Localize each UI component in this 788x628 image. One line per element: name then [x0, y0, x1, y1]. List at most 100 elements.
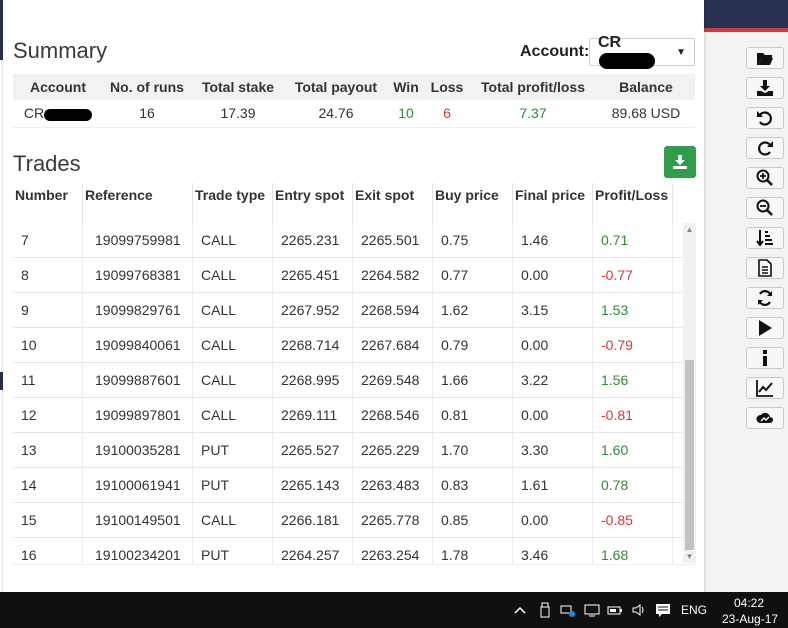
cell-final-price: 3.22	[513, 362, 593, 398]
chevron-up-icon[interactable]	[512, 602, 528, 618]
summary-title: Summary	[13, 38, 108, 63]
account-select[interactable]: CR ▼	[589, 34, 695, 69]
scroll-thumb[interactable]	[685, 360, 694, 550]
col-buy-price[interactable]: Buy price	[433, 183, 513, 223]
cell-buy-price: 1.78	[433, 537, 513, 564]
table-row[interactable]: 15 19100149501 CALL 2266.181 2265.778 0.85 0.0…	[13, 502, 683, 538]
download-icon	[673, 155, 687, 169]
cell-buy-price: 0.75	[433, 222, 513, 258]
redacted-mark	[599, 52, 655, 69]
cell-profit-loss: -0.79	[593, 327, 673, 363]
cell-exit-spot: 2263.483	[353, 467, 433, 503]
table-row[interactable]: 14 19100061941 PUT 2265.143 2263.483 0.83 1.61…	[13, 467, 683, 503]
cell-reference: 19100149501	[83, 502, 193, 538]
trades-grid: Number Reference Trade type Entry spot E…	[13, 183, 696, 565]
download-trades-button[interactable]	[664, 146, 696, 178]
cell-entry-spot: 2268.714	[273, 327, 353, 363]
summary-account-cell: CR	[13, 100, 103, 128]
cell-entry-spot: 2265.527	[273, 432, 353, 468]
network-shield-icon[interactable]	[560, 602, 576, 618]
table-row[interactable]: 10 19099840061 CALL 2268.714 2267.684 0.79 0.0…	[13, 327, 683, 363]
cell-entry-spot: 2267.952	[273, 292, 353, 328]
scroll-up-icon[interactable]: ▲	[683, 223, 696, 236]
undo-icon	[757, 111, 772, 126]
cell-buy-price: 0.83	[433, 467, 513, 503]
language-indicator[interactable]: ENG	[681, 603, 707, 617]
save-button[interactable]	[746, 77, 784, 99]
cell-entry-spot: 2268.995	[273, 362, 353, 398]
clock-time[interactable]: 04:22	[734, 596, 764, 610]
zoom-out-button[interactable]	[746, 197, 784, 219]
chart-line-icon	[756, 380, 773, 397]
cell-profit-loss: 1.60	[593, 432, 673, 468]
cell-profit-loss: 1.53	[593, 292, 673, 328]
undo-button[interactable]	[746, 107, 784, 129]
redo-button[interactable]	[746, 137, 784, 159]
table-row[interactable]: 7 19099759981 CALL 2265.231 2265.501 0.75 1.46…	[13, 222, 683, 258]
cell-buy-price: 1.66	[433, 362, 513, 398]
col-entry-spot[interactable]: Entry spot	[273, 183, 353, 223]
cell-profit-loss: -0.81	[593, 397, 673, 433]
cell-final-price: 3.30	[513, 432, 593, 468]
col-number[interactable]: Number	[13, 183, 83, 223]
cell-exit-spot: 2265.229	[353, 432, 433, 468]
trades-title: Trades	[13, 151, 81, 176]
account-label: Account:	[520, 43, 590, 60]
table-row[interactable]: 11 19099887601 CALL 2268.995 2269.548 1.66 3.2…	[13, 362, 683, 398]
cell-profit-loss: 0.71	[593, 222, 673, 258]
table-row[interactable]: 8 19099768381 CALL 2265.451 2264.582 0.77 0.00…	[13, 257, 683, 293]
cell-profit-loss: 1.56	[593, 362, 673, 398]
reset-button[interactable]	[746, 287, 784, 309]
trades-scrollbar[interactable]: ▲ ▼	[683, 223, 696, 563]
summary-loss-cell: 6	[425, 100, 469, 128]
cell-final-price: 3.15	[513, 292, 593, 328]
battery-icon[interactable]	[607, 602, 623, 618]
summary-table: Account No. of runs Total stake Total pa…	[13, 74, 695, 128]
cell-entry-spot: 2265.143	[273, 467, 353, 503]
sort-button[interactable]	[746, 227, 784, 249]
cell-reference: 19100234201	[83, 537, 193, 564]
cell-reference: 19099829761	[83, 292, 193, 328]
cell-buy-price: 0.81	[433, 397, 513, 433]
cell-trade-type: PUT	[193, 537, 273, 564]
notification-icon[interactable]	[655, 602, 671, 618]
volume-icon[interactable]	[631, 602, 647, 618]
table-row[interactable]: 9 19099829761 CALL 2267.952 2268.594 1.62 3.15…	[13, 292, 683, 328]
cell-final-price: 0.00	[513, 397, 593, 433]
scroll-down-icon[interactable]: ▼	[683, 550, 696, 563]
cell-profit-loss: 1.68	[593, 537, 673, 564]
trading-view-button[interactable]	[746, 407, 784, 429]
chart-button[interactable]	[746, 377, 784, 399]
cell-reference: 19099768381	[83, 257, 193, 293]
cell-reference: 19099840061	[83, 327, 193, 363]
download-icon	[757, 80, 773, 96]
cell-buy-price: 0.85	[433, 502, 513, 538]
cell-exit-spot: 2267.684	[353, 327, 433, 363]
col-final-price[interactable]: Final price	[513, 183, 593, 223]
document-icon	[758, 259, 772, 277]
info-button[interactable]	[746, 347, 784, 369]
network-icon[interactable]	[584, 602, 600, 618]
table-row[interactable]: 12 19099897801 CALL 2269.111 2268.546 0.81 0.0…	[13, 397, 683, 433]
cell-trade-type: PUT	[193, 432, 273, 468]
col-exit-spot[interactable]: Exit spot	[353, 183, 433, 223]
col-reference[interactable]: Reference	[83, 183, 193, 223]
col-trade-type[interactable]: Trade type	[193, 183, 273, 223]
usb-icon[interactable]	[537, 602, 553, 618]
cell-entry-spot: 2266.181	[273, 502, 353, 538]
summary-payout-cell: 24.76	[285, 100, 387, 128]
clock-date[interactable]: 23-Aug-17	[722, 612, 778, 626]
folder-open-icon	[757, 53, 773, 65]
zoom-in-button[interactable]	[746, 167, 784, 189]
summary-button[interactable]	[746, 257, 784, 279]
run-button[interactable]	[746, 317, 784, 339]
col-profit-loss[interactable]: Profit/Loss	[593, 183, 673, 223]
table-row[interactable]: 13 19100035281 PUT 2265.527 2265.229 1.70 3.30…	[13, 432, 683, 468]
summary-col-payout: Total payout	[285, 74, 387, 100]
open-button[interactable]	[746, 47, 784, 69]
sort-icon	[756, 230, 773, 247]
reset-icon	[757, 290, 773, 306]
cell-entry-spot: 2269.111	[273, 397, 353, 433]
cell-reference: 19100035281	[83, 432, 193, 468]
table-row[interactable]: 16 19100234201 PUT 2264.257 2263.254 1.78 3.46…	[13, 537, 683, 564]
